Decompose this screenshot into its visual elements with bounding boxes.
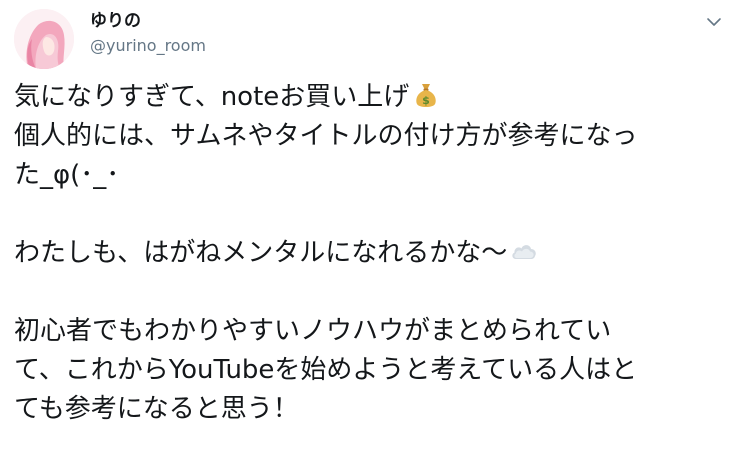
tweet-line: ても参考になると思う！	[14, 394, 299, 424]
svg-text:$: $	[422, 94, 430, 107]
tweet-line: 気になりすぎて、noteお買い上げ $	[14, 78, 726, 117]
tweet-line-text: わたしも、はがねメンタルになれるかな〜	[14, 238, 508, 268]
chevron-down-icon	[707, 18, 721, 26]
avatar-illustration-icon	[14, 9, 74, 69]
tweet-line-text: 気になりすぎて、noteお買い上げ	[14, 82, 410, 112]
tweet-line: て、これからYouTubeを始めようと考えている人はと	[14, 355, 638, 385]
tweet-card: ゆりの @yurino_room 気になりすぎて、noteお買い上げ $ 個人的…	[0, 0, 739, 449]
tweet-line: 初心者でもわかりやすいノウハウがまとめられてい	[14, 316, 612, 346]
user-handle[interactable]: @yurino_room	[90, 36, 206, 56]
money-bag-icon: $	[416, 84, 436, 107]
tweet-text: 気になりすぎて、noteお買い上げ $ 個人的には、サムネやタイトルの付け方が参…	[14, 78, 726, 429]
tweet-line: 個人的には、サムネやタイトルの付け方が参考になっ	[14, 121, 638, 151]
tweet-line: わたしも、はがねメンタルになれるかな〜	[14, 234, 726, 273]
display-name[interactable]: ゆりの	[90, 10, 141, 32]
tweet-line: た_φ(･_･	[14, 160, 120, 190]
avatar[interactable]	[14, 9, 74, 69]
tweet-menu-button[interactable]	[702, 10, 726, 34]
cloud-icon	[512, 245, 537, 259]
